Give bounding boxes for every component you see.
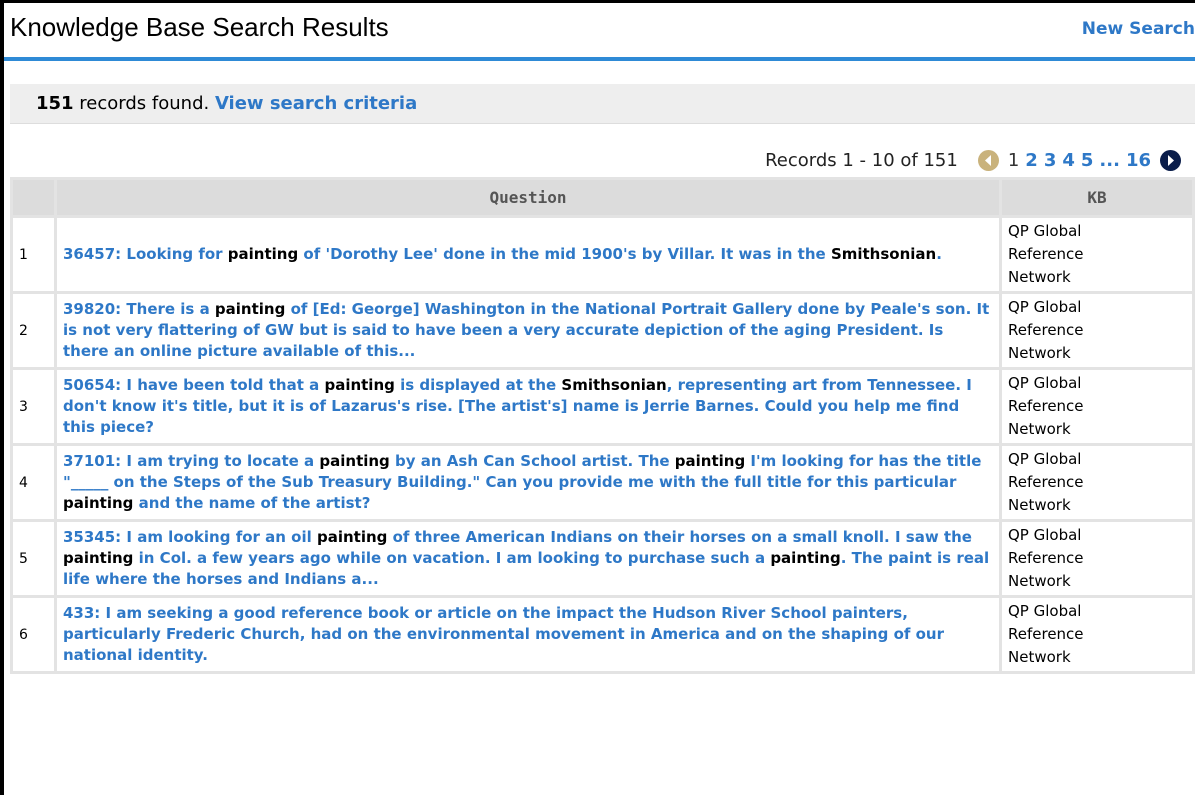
question-text: in Col. a few years ago while on vacatio… (133, 549, 771, 567)
highlighted-term: painting (63, 549, 134, 567)
question-text: and the name of the artist? (133, 494, 371, 512)
question-text: 36457: Looking for (63, 245, 228, 263)
page-link[interactable]: 5 (1081, 150, 1094, 171)
question-text: of three American Indians on their horse… (387, 528, 972, 546)
kb-name-line: QP Global (1008, 602, 1082, 620)
row-number: 6 (13, 598, 54, 671)
results-body: 1 36457: Looking for painting of 'Dorothy… (13, 218, 1192, 671)
kb-name-line: Reference (1008, 245, 1084, 263)
kb-name-line: QP Global (1008, 222, 1082, 240)
page-link: 1 (1007, 149, 1020, 171)
row-number: 4 (13, 446, 54, 519)
results-count: 151 (36, 93, 74, 114)
question-text: 39820: There is a (63, 300, 215, 318)
table-row: 6 433: I am seeking a good reference book… (13, 598, 1192, 671)
row-number: 3 (13, 370, 54, 443)
question-link[interactable]: 50654: I have been told that a painting … (57, 370, 999, 443)
records-range: Records 1 - 10 of 151 (765, 149, 958, 171)
kb-name-line: QP Global (1008, 526, 1082, 544)
column-header-number (13, 180, 54, 215)
question-text: is displayed at the (394, 376, 562, 394)
question-link[interactable]: 37101: I am trying to locate a painting … (57, 446, 999, 519)
row-number: 2 (13, 294, 54, 367)
kb-cell: QP Global Reference Network (1002, 598, 1192, 671)
pagination: Records 1 - 10 of 151 12345 ... 16 (765, 145, 1187, 175)
results-header-row: Question KB (13, 180, 1192, 215)
row-number: 5 (13, 522, 54, 595)
page-link-last[interactable]: 16 (1126, 150, 1151, 171)
row-number: 1 (13, 218, 54, 291)
highlighted-term: painting (63, 494, 134, 512)
view-search-criteria-link[interactable]: View search criteria (215, 93, 417, 114)
prev-arrow-icon (977, 149, 999, 171)
question-link[interactable]: 433: I am seeking a good reference book … (57, 598, 999, 671)
kb-name-line: Reference (1008, 321, 1084, 339)
page-ellipsis: ... (1099, 149, 1120, 171)
column-header-question: Question (57, 180, 999, 215)
kb-cell: QP Global Reference Network (1002, 446, 1192, 519)
kb-cell: QP Global Reference Network (1002, 370, 1192, 443)
page-title: Knowledge Base Search Results (10, 12, 389, 42)
results-summary-text: records found. (73, 93, 215, 114)
table-row: 5 35345: I am looking for an oil painting… (13, 522, 1192, 595)
highlighted-term: Smithsonian (561, 376, 667, 394)
highlighted-term: painting (770, 549, 841, 567)
page-links: 12345 (1005, 150, 1097, 171)
question-text: 35345: I am looking for an oil (63, 528, 317, 546)
kb-name-line: Reference (1008, 549, 1084, 567)
header: Knowledge Base Search Results New Search (4, 3, 1195, 61)
question-text: 433: I am seeking a good reference book … (63, 604, 945, 664)
table-row: 1 36457: Looking for painting of 'Dorothy… (13, 218, 1192, 291)
highlighted-term: painting (214, 300, 286, 318)
kb-name-line: Network (1008, 572, 1071, 590)
kb-name-line: Network (1008, 648, 1071, 666)
kb-name-line: Network (1008, 268, 1071, 286)
kb-name-line: Reference (1008, 625, 1084, 643)
kb-name-line: Reference (1008, 473, 1084, 491)
highlighted-term: painting (227, 245, 299, 263)
highlighted-term: painting (316, 528, 388, 546)
results-table: Question KB 1 36457: Looking for painting… (10, 177, 1195, 674)
question-text: 37101: I am trying to locate a (63, 452, 320, 470)
results-summary-bar: 151 records found. View search criteria (10, 84, 1195, 124)
page-link[interactable]: 2 (1025, 150, 1038, 171)
highlighted-term: painting (319, 452, 390, 470)
question-link[interactable]: 39820: There is a painting of [Ed: Georg… (57, 294, 999, 367)
kb-cell: QP Global Reference Network (1002, 522, 1192, 595)
page-link[interactable]: 3 (1044, 150, 1057, 171)
new-search-link[interactable]: New Search (1082, 19, 1195, 39)
question-link[interactable]: 35345: I am looking for an oil painting … (57, 522, 999, 595)
kb-cell: QP Global Reference Network (1002, 218, 1192, 291)
highlighted-term: painting (324, 376, 395, 394)
kb-name-line: Network (1008, 496, 1071, 514)
question-text: . (936, 245, 942, 263)
kb-name-line: QP Global (1008, 374, 1082, 392)
highlighted-term: painting (674, 452, 746, 470)
kb-name-line: Network (1008, 344, 1071, 362)
question-text: of 'Dorothy Lee' done in the mid 1900's … (298, 245, 831, 263)
question-link[interactable]: 36457: Looking for painting of 'Dorothy … (57, 218, 999, 291)
question-text: by an Ash Can School artist. The (389, 452, 675, 470)
kb-name-line: QP Global (1008, 298, 1082, 316)
highlighted-term: Smithsonian (830, 245, 937, 263)
page-link[interactable]: 4 (1062, 150, 1075, 171)
kb-name-line: QP Global (1008, 450, 1082, 468)
results-summary: 151 records found. View search criteria (36, 93, 417, 114)
kb-name-line: Reference (1008, 397, 1084, 415)
column-header-kb: KB (1002, 180, 1192, 215)
table-row: 2 39820: There is a painting of [Ed: Geor… (13, 294, 1192, 367)
kb-name-line: Network (1008, 420, 1071, 438)
table-row: 3 50654: I have been told that a painting… (13, 370, 1192, 443)
table-row: 4 37101: I am trying to locate a painting… (13, 446, 1192, 519)
question-text: 50654: I have been told that a (63, 376, 325, 394)
kb-cell: QP Global Reference Network (1002, 294, 1192, 367)
next-arrow-icon[interactable] (1160, 149, 1181, 171)
